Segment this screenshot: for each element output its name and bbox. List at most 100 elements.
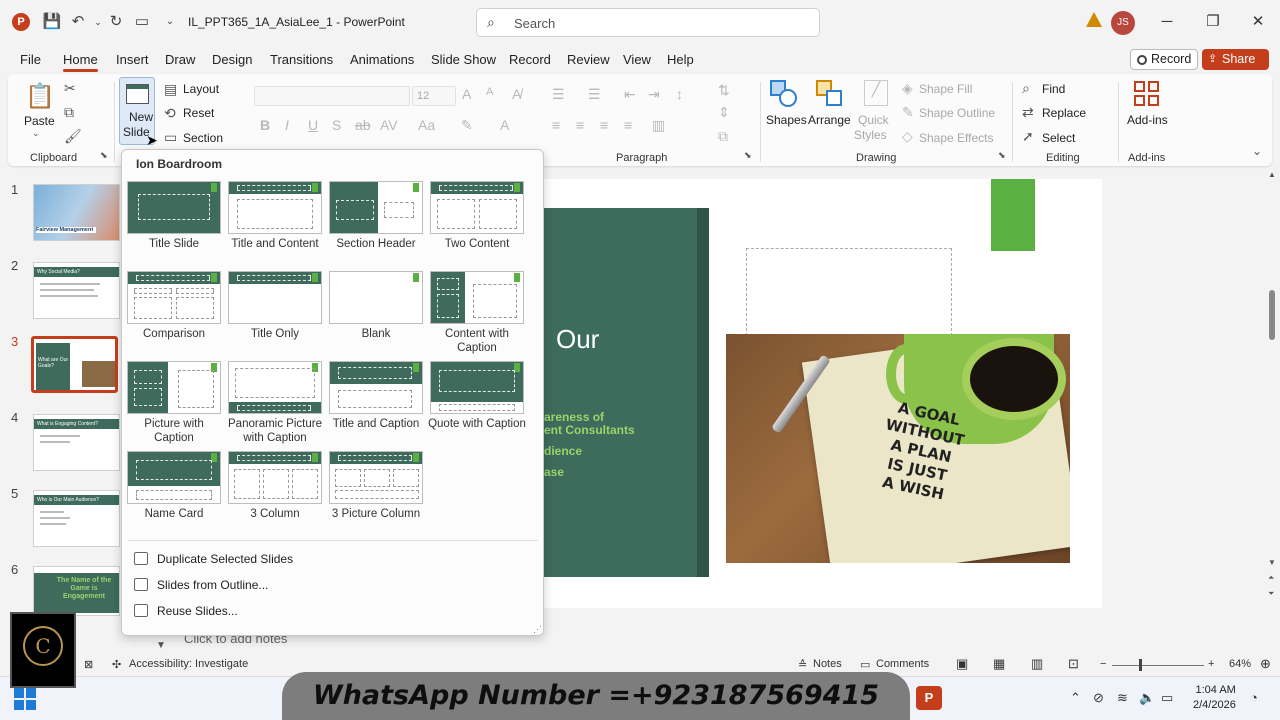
layout-title-and-content[interactable]: Title and Content: [224, 181, 324, 267]
thumbnail-slide-1[interactable]: Fairview Management: [33, 184, 120, 241]
battery-icon[interactable]: ▭: [1161, 690, 1173, 706]
share-button[interactable]: ⇪ Share: [1202, 49, 1269, 70]
quick-styles-label-2[interactable]: Styles: [854, 128, 887, 142]
align-right-icon[interactable]: ≡: [600, 117, 608, 133]
tab-record[interactable]: Record: [509, 52, 551, 67]
font-color-icon[interactable]: A: [500, 117, 509, 133]
record-button[interactable]: Record: [1130, 49, 1198, 70]
empty-content-placeholder[interactable]: [746, 248, 952, 336]
center-icon[interactable]: ≡: [576, 117, 584, 133]
shadow-icon[interactable]: S: [332, 117, 341, 133]
duplicate-selected-slides-command[interactable]: Duplicate Selected Slides: [130, 549, 530, 571]
tab-design[interactable]: Design: [212, 52, 252, 67]
layout-title-and-caption[interactable]: Title and Caption: [325, 361, 425, 447]
layout-title-slide[interactable]: Title Slide: [123, 181, 223, 267]
tab-view[interactable]: View: [623, 52, 651, 67]
layout-panoramic-picture-with-caption[interactable]: Panoramic Picture with Caption: [224, 361, 324, 447]
normal-view-icon[interactable]: ▣: [956, 656, 968, 672]
tab-home[interactable]: Home: [63, 52, 98, 67]
align-text-icon[interactable]: ⇕: [718, 104, 730, 121]
layout-comparison[interactable]: Comparison: [123, 271, 223, 357]
present-from-start-icon[interactable]: ▭: [132, 12, 152, 32]
tab-help[interactable]: Help: [667, 52, 694, 67]
decrease-indent-icon[interactable]: ⇤: [624, 86, 636, 103]
tab-slide-show[interactable]: Slide Show: [431, 52, 496, 67]
resize-grip-icon[interactable]: ⋰: [533, 624, 542, 635]
dialog-launcher-icon[interactable]: ⬊: [100, 150, 108, 161]
zoom-slider[interactable]: [1112, 665, 1204, 666]
fit-to-window-icon[interactable]: ⊕: [1260, 656, 1271, 672]
copy-icon[interactable]: ⧉: [64, 104, 74, 121]
slide-bullet[interactable]: ase: [544, 465, 564, 479]
scroll-thumb[interactable]: [1269, 290, 1275, 340]
change-case-icon[interactable]: Aa: [418, 117, 435, 133]
section-button[interactable]: Section: [183, 131, 223, 145]
layout-button[interactable]: Layout: [183, 82, 219, 96]
thumbnail-slide-5[interactable]: Who is Our Main Audience?: [33, 490, 120, 547]
notes-button[interactable]: Notes: [813, 658, 842, 670]
tab-review[interactable]: Review: [567, 52, 610, 67]
zoom-level[interactable]: 64%: [1229, 658, 1251, 670]
slide-bullet[interactable]: ent Consultants: [544, 423, 635, 437]
volume-icon[interactable]: 🔈: [1139, 690, 1155, 706]
select-icon[interactable]: ➚: [1022, 128, 1034, 145]
align-left-icon[interactable]: ≡: [552, 117, 560, 133]
paste-icon[interactable]: 📋: [25, 82, 55, 112]
search-input[interactable]: ⌕ Search: [476, 8, 820, 37]
quick-styles-icon[interactable]: ╱: [864, 80, 888, 106]
slide-canvas[interactable]: Our areness of ent Consultants dience as…: [544, 179, 1102, 608]
notes-expand-icon[interactable]: ▼: [156, 640, 166, 651]
thumbnail-slide-6[interactable]: The Name of the Game is Engagement: [33, 566, 120, 616]
show-hidden-icons-icon[interactable]: ⌃: [1070, 690, 1081, 706]
arrange-icon[interactable]: [816, 80, 844, 108]
highlight-icon[interactable]: ✎: [461, 117, 473, 134]
increase-font-icon[interactable]: A: [462, 86, 471, 102]
reading-view-icon[interactable]: ▥: [1031, 656, 1043, 672]
scroll-down-icon[interactable]: ▼: [1268, 558, 1276, 567]
layout-icon[interactable]: ▤: [164, 81, 177, 98]
shape-effects-button[interactable]: Shape Effects: [919, 131, 994, 145]
previous-slide-icon[interactable]: ⏶: [1268, 573, 1274, 583]
font-name-combo[interactable]: [254, 86, 410, 106]
replace-icon[interactable]: ⇄: [1022, 104, 1034, 121]
customize-toolbar-icon[interactable]: ⌄: [160, 12, 180, 32]
restore-button[interactable]: ❐: [1198, 10, 1228, 34]
vertical-scrollbar[interactable]: ▲ ▼ ⏶ ⏷: [1266, 170, 1278, 620]
line-spacing-icon[interactable]: ↕: [676, 86, 683, 102]
tab-insert[interactable]: Insert: [116, 52, 149, 67]
layout-name-card[interactable]: Name Card: [123, 451, 223, 537]
redo-icon[interactable]: ↻: [106, 12, 126, 32]
spell-check-icon[interactable]: ⊠: [84, 658, 93, 671]
layout-quote-with-caption[interactable]: Quote with Caption: [426, 361, 526, 447]
powerpoint-taskbar-icon[interactable]: P: [916, 686, 942, 710]
shape-outline-button[interactable]: Shape Outline: [919, 106, 995, 120]
reset-icon[interactable]: ⟲: [164, 105, 176, 122]
shape-fill-icon[interactable]: ◈: [902, 80, 913, 97]
slide-accent-rectangle[interactable]: [991, 179, 1035, 251]
add-ins-icon[interactable]: [1134, 81, 1160, 107]
shape-fill-button[interactable]: Shape Fill: [919, 82, 972, 96]
reuse-slides-command[interactable]: Reuse Slides...: [130, 601, 530, 623]
warning-icon[interactable]: [1086, 12, 1102, 27]
slide-title[interactable]: Our: [556, 324, 599, 355]
find-button[interactable]: Find: [1042, 82, 1065, 96]
slide-show-icon[interactable]: ⊡: [1068, 656, 1079, 672]
shape-effects-icon[interactable]: ◇: [902, 128, 913, 145]
quick-styles-label-1[interactable]: Quick: [858, 113, 889, 127]
layout-section-header[interactable]: Section Header: [325, 181, 425, 267]
thumbnail-slide-4[interactable]: What is Engaging Content?: [33, 414, 120, 471]
slide-bullet[interactable]: areness of: [544, 410, 604, 424]
undo-dropdown-icon[interactable]: ⌄: [88, 12, 108, 32]
zoom-slider-thumb[interactable]: [1139, 659, 1142, 671]
slides-from-outline-command[interactable]: Slides from Outline...: [130, 575, 530, 597]
tab-transitions[interactable]: Transitions: [270, 52, 333, 67]
bullets-icon[interactable]: ☰: [552, 86, 565, 103]
close-button[interactable]: ✕: [1243, 10, 1273, 34]
section-icon[interactable]: ▭: [164, 129, 177, 146]
layout-picture-with-caption[interactable]: Picture with Caption: [123, 361, 223, 447]
italic-icon[interactable]: I: [285, 117, 289, 133]
thumbnail-slide-3[interactable]: What are Our Goals?: [31, 336, 118, 393]
clear-formatting-icon[interactable]: A̸: [512, 86, 521, 102]
avatar[interactable]: JS: [1111, 11, 1135, 35]
increase-indent-icon[interactable]: ⇥: [648, 86, 660, 103]
